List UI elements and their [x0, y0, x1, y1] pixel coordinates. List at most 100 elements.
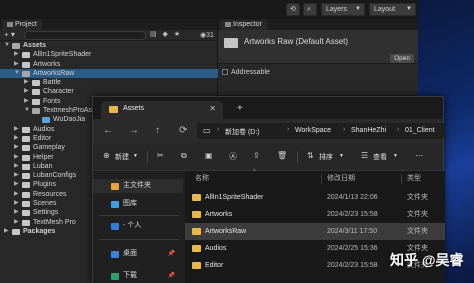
watermark: 知乎 @吴睿 [390, 252, 464, 268]
back-arrow-icon[interactable]: ← [103, 125, 113, 136]
addressable-toggle[interactable]: Addressable [222, 69, 270, 76]
delete-icon[interactable]: 🗑 [277, 151, 287, 160]
layers-dropdown[interactable]: Layers ▼ [321, 3, 365, 16]
collapse-arrow-icon[interactable]: ▶ [14, 199, 19, 208]
file-name: Audios [205, 245, 227, 252]
tree-item-label: Editor [33, 134, 52, 142]
tree-item-label: Artworks [33, 60, 61, 68]
collapse-arrow-icon[interactable]: ▶ [14, 208, 19, 217]
editor-toolbar: ⟲ ⌕ Layers ▼ Layout ▼ [0, 0, 474, 19]
tab-project[interactable]: Project [2, 20, 42, 30]
folder-icon [22, 126, 30, 133]
tab-inspector-label: Inspector [233, 21, 262, 28]
location-icon [111, 251, 119, 258]
sidebar-item[interactable]: 桌面 📌 [93, 247, 183, 261]
collapse-arrow-icon[interactable]: ▶ [24, 97, 29, 106]
tree-item[interactable]: ▼ Assets [0, 41, 218, 50]
tree-item[interactable]: ▼ ArtworksRaw [0, 68, 218, 79]
pin-icon[interactable]: 📌 [168, 269, 175, 283]
view-button[interactable]: 查看 [373, 152, 387, 162]
expand-arrow-icon[interactable]: ▼ [4, 41, 10, 50]
font-asset-icon [42, 117, 50, 124]
breadcrumb-client[interactable]: 01_Client [405, 127, 435, 134]
sort-button[interactable]: 排序 [319, 152, 333, 162]
collapse-arrow-icon[interactable]: ▶ [14, 134, 19, 143]
collapse-arrow-icon[interactable]: ▶ [14, 180, 19, 189]
file-type: 文件夹 [407, 228, 428, 235]
breadcrumb-drive[interactable]: 新加卷 (D:) [225, 127, 260, 137]
history-button[interactable]: ⟲ [286, 3, 300, 16]
more-icon[interactable]: ⋯ [415, 151, 423, 160]
tab-inspector[interactable]: Inspector [220, 20, 267, 30]
collapse-arrow-icon[interactable]: ▶ [4, 227, 9, 236]
command-bar: ⊕ 新建 ▼ ✂ ⧉ ▣ Ⓐ ⇪ 🗑 ⇅ 排序 ▼ ☰ 查看 ▼ ⋯ [93, 143, 443, 171]
sidebar-item[interactable]: 图库 [93, 197, 183, 211]
inspector-tabbar: Inspector [218, 19, 418, 30]
column-header-name[interactable]: 名称 [195, 171, 209, 187]
folder-icon [32, 80, 40, 87]
address-bar[interactable]: ▭ › 新加卷 (D:) › WorkSpace › ShanHeZhi › 0… [197, 123, 445, 139]
breadcrumb-workspace[interactable]: WorkSpace [295, 127, 331, 134]
collapse-arrow-icon[interactable]: ▶ [14, 171, 19, 180]
sidebar-item[interactable]: - 个人 [93, 219, 183, 233]
collapse-arrow-icon[interactable]: ▶ [14, 50, 19, 59]
column-header-type[interactable]: 类型 [407, 171, 421, 187]
sidebar-item[interactable]: 下载 📌 [93, 269, 183, 283]
explorer-tab-assets[interactable]: Assets ✕ [101, 101, 223, 119]
forward-arrow-icon[interactable]: → [129, 125, 139, 136]
sidebar-item[interactable]: 主文件夹 [93, 179, 183, 193]
open-button[interactable]: Open [390, 54, 414, 63]
collapse-arrow-icon[interactable]: ▶ [24, 78, 29, 87]
collapse-arrow-icon[interactable]: ▶ [14, 190, 19, 199]
rename-icon[interactable]: Ⓐ [229, 151, 237, 162]
file-row[interactable]: AllIn1SpriteShader 2024/1/13 22:06 文件夹 [185, 189, 445, 206]
hidden-count[interactable]: ◉31 [200, 31, 214, 39]
tree-item-label: WuDaoJia [53, 116, 86, 124]
expand-arrow-icon[interactable]: ▼ [14, 69, 20, 78]
file-row[interactable]: Artworks 2024/2/23 15:58 文件夹 [185, 206, 445, 223]
folder-icon [192, 194, 201, 201]
layout-dropdown[interactable]: Layout ▼ [369, 3, 416, 16]
filter-icons[interactable]: ▤ ◆ ★ [150, 30, 182, 38]
chevron-down-icon: ▼ [339, 153, 344, 159]
expand-arrow-icon[interactable]: ▼ [24, 106, 30, 115]
pin-icon[interactable]: 📌 [168, 247, 175, 261]
tree-item[interactable]: ▶ Artworks [0, 60, 218, 69]
breadcrumb-shanhezhi[interactable]: ShanHeZhi [351, 127, 386, 134]
file-modified: 2024/3/11 17:50 [327, 228, 378, 235]
share-icon[interactable]: ⇪ [253, 151, 260, 160]
column-divider[interactable] [401, 174, 402, 184]
collapse-arrow-icon[interactable]: ▶ [14, 125, 19, 134]
sort-icon: ⇅ [307, 151, 314, 160]
checkbox-icon[interactable] [222, 69, 228, 76]
copy-icon[interactable]: ⧉ [181, 151, 187, 161]
chevron-right-icon: › [287, 126, 290, 133]
collapse-arrow-icon[interactable]: ▶ [14, 162, 19, 171]
collapse-arrow-icon[interactable]: ▶ [14, 60, 19, 69]
add-asset-button[interactable]: + ▾ [4, 30, 15, 39]
collapse-arrow-icon[interactable]: ▶ [24, 87, 29, 96]
column-divider[interactable] [321, 174, 322, 184]
collapse-arrow-icon[interactable]: ▶ [14, 143, 19, 152]
file-name: AllIn1SpriteShader [205, 194, 264, 201]
file-row[interactable]: ArtworksRaw 2024/3/11 17:50 文件夹 [185, 223, 445, 240]
up-arrow-icon[interactable]: ↑ [155, 125, 160, 136]
new-tab-button[interactable]: + [237, 103, 243, 114]
tree-item[interactable]: ▶ AllIn1SpriteShader [0, 50, 218, 59]
folder-icon [22, 201, 30, 208]
paste-icon[interactable]: ▣ [205, 151, 213, 160]
refresh-icon[interactable]: ⟳ [179, 125, 187, 136]
folder-icon [224, 38, 238, 48]
search-input[interactable] [24, 31, 146, 40]
addressable-label: Addressable [231, 69, 270, 76]
column-header-modified[interactable]: 修改日期 [327, 171, 355, 187]
new-button[interactable]: 新建 [115, 152, 129, 162]
tree-item[interactable]: ▶ Battle [0, 78, 218, 87]
close-icon[interactable]: ✕ [209, 104, 216, 113]
search-button[interactable]: ⌕ [303, 3, 317, 16]
file-modified: 2024/1/13 22:06 [327, 194, 378, 201]
cut-icon[interactable]: ✂ [157, 151, 164, 160]
collapse-arrow-icon[interactable]: ▶ [14, 218, 19, 227]
collapse-arrow-icon[interactable]: ▶ [14, 153, 19, 162]
tab-project-label: Project [15, 21, 37, 28]
